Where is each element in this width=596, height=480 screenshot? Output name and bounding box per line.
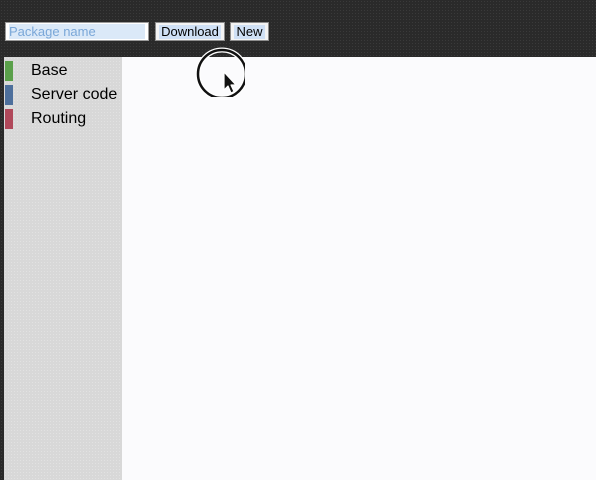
sidebar-item-label: Base	[31, 62, 68, 79]
sidebar-item-routing[interactable]: Routing	[4, 107, 122, 131]
color-swatch	[5, 85, 13, 105]
color-swatch	[5, 61, 13, 81]
top-toolbar: Download New	[0, 0, 596, 57]
sidebar-item-base[interactable]: Base	[4, 59, 122, 83]
new-button[interactable]: New	[230, 22, 269, 41]
sidebar-item-label: Server code	[31, 86, 118, 103]
sidebar: Base Server code Routing	[4, 57, 122, 480]
sidebar-item-label: Routing	[31, 110, 87, 127]
color-swatch	[5, 109, 13, 129]
package-name-input[interactable]	[5, 22, 149, 41]
download-button[interactable]: Download	[155, 22, 225, 41]
sidebar-item-server-code[interactable]: Server code	[4, 83, 122, 107]
main-canvas[interactable]	[122, 57, 596, 480]
download-button-label: Download	[159, 23, 221, 39]
new-button-label: New	[234, 23, 265, 39]
sidebar-list: Base Server code Routing	[4, 57, 122, 131]
